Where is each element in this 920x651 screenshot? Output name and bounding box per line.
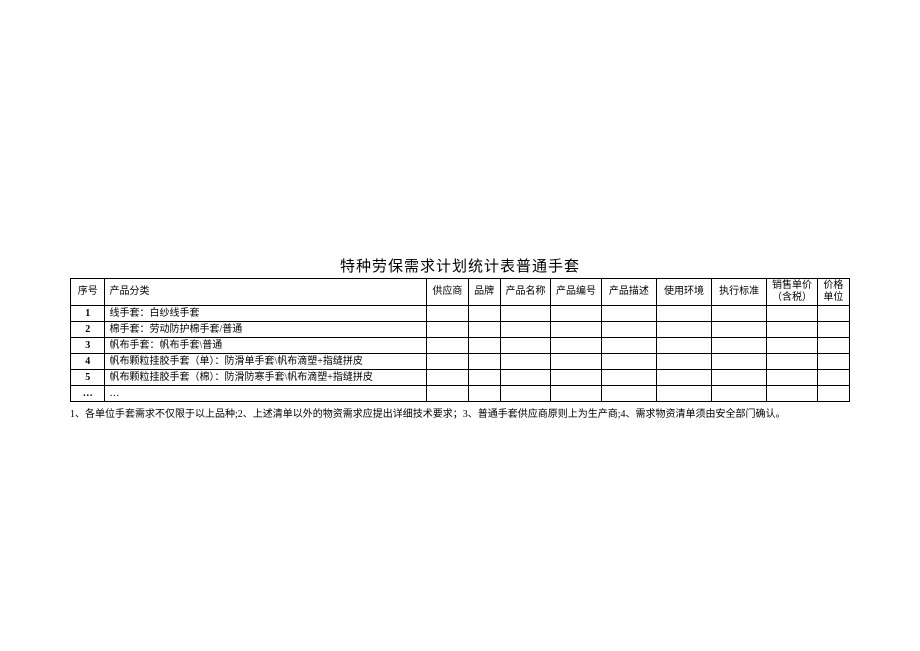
table-row: 1 线手套：白纱线手套 bbox=[71, 306, 850, 322]
footnote-text: 1、各单位手套需求不仅限于以上品种;2、上述清单以外的物资需求应提出详细技术要求… bbox=[70, 408, 850, 422]
cell-prodno bbox=[551, 386, 602, 402]
header-price: 销售单价（含税） bbox=[767, 279, 818, 306]
cell-price bbox=[767, 322, 818, 338]
cell-brand bbox=[468, 370, 500, 386]
cell-env bbox=[656, 322, 711, 338]
cell-prodname bbox=[500, 338, 551, 354]
cell-std bbox=[712, 386, 767, 402]
cell-prodno bbox=[551, 370, 602, 386]
cell-supplier bbox=[427, 370, 468, 386]
cell-supplier bbox=[427, 354, 468, 370]
cell-prodname bbox=[500, 354, 551, 370]
cell-desc bbox=[601, 386, 656, 402]
cell-seq: … bbox=[71, 386, 105, 402]
header-category: 产品分类 bbox=[105, 279, 427, 306]
cell-supplier bbox=[427, 338, 468, 354]
cell-env bbox=[656, 354, 711, 370]
cell-price bbox=[767, 386, 818, 402]
document-title: 特种劳保需求计划统计表普通手套 bbox=[70, 255, 850, 276]
cell-brand bbox=[468, 322, 500, 338]
table-body: 1 线手套：白纱线手套 2 棉手套：劳动防护棉手套/普通 bbox=[71, 306, 850, 402]
cell-unit bbox=[817, 386, 849, 402]
cell-unit bbox=[817, 354, 849, 370]
cell-supplier bbox=[427, 386, 468, 402]
cell-prodno bbox=[551, 354, 602, 370]
header-prodno: 产品编号 bbox=[551, 279, 602, 306]
cell-std bbox=[712, 338, 767, 354]
cell-env bbox=[656, 386, 711, 402]
cell-price bbox=[767, 370, 818, 386]
cell-env bbox=[656, 370, 711, 386]
header-std: 执行标准 bbox=[712, 279, 767, 306]
cell-brand bbox=[468, 338, 500, 354]
cell-prodno bbox=[551, 322, 602, 338]
cell-category: 帆布颗粒挂胶手套（棉）：防滑防寒手套\帆布滴塑+指缝拼皮 bbox=[105, 370, 427, 386]
cell-unit bbox=[817, 306, 849, 322]
cell-std bbox=[712, 354, 767, 370]
cell-prodname bbox=[500, 370, 551, 386]
cell-std bbox=[712, 370, 767, 386]
cell-supplier bbox=[427, 322, 468, 338]
header-seq: 序号 bbox=[71, 279, 105, 306]
cell-category: 棉手套：劳动防护棉手套/普通 bbox=[105, 322, 427, 338]
table-row: 5 帆布颗粒挂胶手套（棉）：防滑防寒手套\帆布滴塑+指缝拼皮 bbox=[71, 370, 850, 386]
cell-unit bbox=[817, 322, 849, 338]
cell-std bbox=[712, 322, 767, 338]
table-row: … … bbox=[71, 386, 850, 402]
cell-price bbox=[767, 306, 818, 322]
document-content: 特种劳保需求计划统计表普通手套 序号 产品分类 供应商 品牌 产品名称 产品编号… bbox=[70, 255, 850, 422]
cell-unit bbox=[817, 370, 849, 386]
cell-supplier bbox=[427, 306, 468, 322]
cell-desc bbox=[601, 306, 656, 322]
cell-seq: 5 bbox=[71, 370, 105, 386]
cell-seq: 4 bbox=[71, 354, 105, 370]
cell-seq: 1 bbox=[71, 306, 105, 322]
cell-prodno bbox=[551, 338, 602, 354]
cell-brand bbox=[468, 354, 500, 370]
cell-desc bbox=[601, 354, 656, 370]
header-brand: 品牌 bbox=[468, 279, 500, 306]
cell-env bbox=[656, 338, 711, 354]
table-row: 3 帆布手套：帆布手套\普通 bbox=[71, 338, 850, 354]
cell-std bbox=[712, 306, 767, 322]
cell-prodname bbox=[500, 322, 551, 338]
cell-prodname bbox=[500, 306, 551, 322]
table-row: 2 棉手套：劳动防护棉手套/普通 bbox=[71, 322, 850, 338]
cell-category: 线手套：白纱线手套 bbox=[105, 306, 427, 322]
cell-unit bbox=[817, 338, 849, 354]
cell-seq: 3 bbox=[71, 338, 105, 354]
header-env: 使用环境 bbox=[656, 279, 711, 306]
table-header-row: 序号 产品分类 供应商 品牌 产品名称 产品编号 产品描述 使用环境 执行标准 … bbox=[71, 279, 850, 306]
header-prodname: 产品名称 bbox=[500, 279, 551, 306]
cell-price bbox=[767, 338, 818, 354]
cell-env bbox=[656, 306, 711, 322]
cell-brand bbox=[468, 306, 500, 322]
header-supplier: 供应商 bbox=[427, 279, 468, 306]
requirements-table: 序号 产品分类 供应商 品牌 产品名称 产品编号 产品描述 使用环境 执行标准 … bbox=[70, 278, 850, 402]
cell-prodno bbox=[551, 306, 602, 322]
cell-seq: 2 bbox=[71, 322, 105, 338]
cell-prodname bbox=[500, 386, 551, 402]
cell-category: 帆布手套：帆布手套\普通 bbox=[105, 338, 427, 354]
cell-category: … bbox=[105, 386, 427, 402]
cell-desc bbox=[601, 338, 656, 354]
header-unit: 价格单位 bbox=[817, 279, 849, 306]
cell-brand bbox=[468, 386, 500, 402]
cell-desc bbox=[601, 322, 656, 338]
cell-desc bbox=[601, 370, 656, 386]
table-row: 4 帆布颗粒挂胶手套（单）：防滑单手套\帆布滴塑+指缝拼皮 bbox=[71, 354, 850, 370]
cell-price bbox=[767, 354, 818, 370]
cell-category: 帆布颗粒挂胶手套（单）：防滑单手套\帆布滴塑+指缝拼皮 bbox=[105, 354, 427, 370]
header-desc: 产品描述 bbox=[601, 279, 656, 306]
